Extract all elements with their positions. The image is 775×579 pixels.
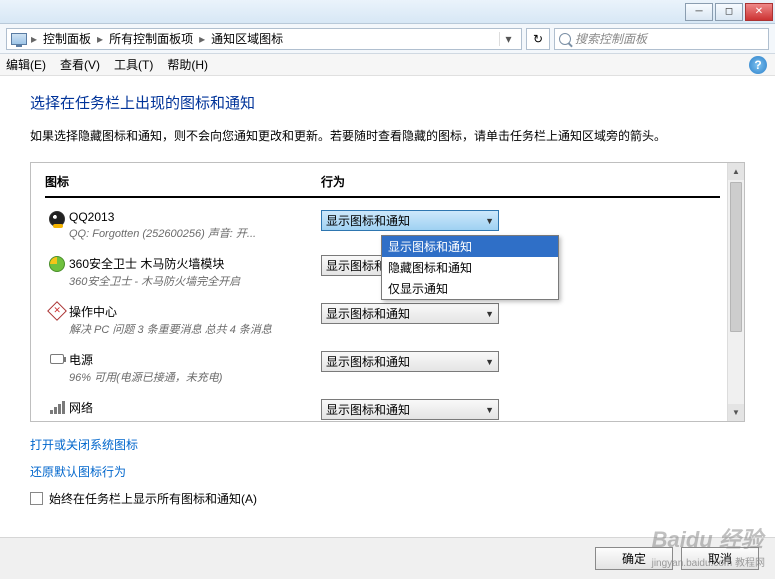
chevron-down-icon: ▼ (485, 216, 494, 226)
menu-edit[interactable]: 编辑(E) (6, 56, 46, 73)
360-icon (49, 256, 65, 272)
behavior-combobox[interactable]: 显示图标和通知▼ (321, 303, 499, 324)
window-titlebar: ─ ◻ ✕ (0, 0, 775, 24)
dialog-footer: 确定 取消 (0, 537, 775, 579)
header-icon: 图标 (45, 173, 321, 190)
row-subtitle: QQ: Forgotten (252600256) 声音: 开... (69, 225, 321, 241)
row-title: QQ2013 (69, 210, 321, 224)
page-title: 选择在任务栏上出现的图标和通知 (30, 92, 745, 113)
row-title: 电源 (69, 351, 321, 368)
notification-row: 操作中心 解决 PC 问题 3 条重要消息 总共 4 条消息 显示图标和通知▼ (45, 303, 720, 337)
refresh-button[interactable]: ↻ (526, 28, 550, 50)
breadcrumb-box[interactable]: ▸ 控制面板 ▸ 所有控制面板项 ▸ 通知区域图标 ▾ (6, 28, 522, 50)
breadcrumb[interactable]: 控制面板 (41, 30, 93, 47)
scroll-up-button[interactable]: ▲ (728, 163, 744, 180)
always-show-checkbox-row: 始终在任务栏上显示所有图标和通知(A) (30, 490, 745, 507)
checkbox-label: 始终在任务栏上显示所有图标和通知(A) (49, 490, 257, 507)
behavior-combobox[interactable]: 显示图标和通知▼ (321, 210, 499, 231)
row-subtitle: 96% 可用(电源已接通，未充电) (69, 369, 321, 385)
row-title: 网络 (69, 399, 321, 416)
address-bar: ▸ 控制面板 ▸ 所有控制面板项 ▸ 通知区域图标 ▾ ↻ 搜索控制面板 (0, 24, 775, 54)
behavior-dropdown-list: 显示图标和通知 隐藏图标和通知 仅显示通知 (381, 235, 559, 300)
dropdown-option[interactable]: 隐藏图标和通知 (382, 257, 558, 278)
behavior-combobox[interactable]: 显示图标和通知▼ (321, 399, 499, 420)
close-button[interactable]: ✕ (745, 3, 773, 21)
ok-button[interactable]: 确定 (595, 547, 673, 570)
chevron-right-icon: ▸ (95, 32, 105, 46)
chevron-right-icon: ▸ (29, 32, 39, 46)
chevron-right-icon: ▸ (197, 32, 207, 46)
dropdown-option[interactable]: 仅显示通知 (382, 278, 558, 299)
dropdown-option[interactable]: 显示图标和通知 (382, 236, 558, 257)
scrollbar[interactable]: ▲ ▼ (727, 163, 744, 421)
minimize-button[interactable]: ─ (685, 3, 713, 21)
help-icon[interactable]: ? (749, 56, 767, 74)
scroll-down-button[interactable]: ▼ (728, 404, 744, 421)
menu-tools[interactable]: 工具(T) (114, 56, 153, 73)
chevron-down-icon: ▼ (485, 405, 494, 415)
link-system-icons[interactable]: 打开或关闭系统图标 (30, 436, 745, 453)
search-input[interactable]: 搜索控制面板 (554, 28, 769, 50)
breadcrumb[interactable]: 所有控制面板项 (107, 30, 195, 47)
breadcrumb[interactable]: 通知区域图标 (209, 30, 285, 47)
icon-list-panel: 图标 行为 QQ2013 QQ: Forgotten (252600256) 声… (30, 162, 745, 422)
address-dropdown-button[interactable]: ▾ (499, 32, 517, 46)
always-show-checkbox[interactable] (30, 492, 43, 505)
menu-view[interactable]: 查看(V) (60, 56, 100, 73)
notification-row: 电源 96% 可用(电源已接通，未充电) 显示图标和通知▼ (45, 351, 720, 385)
link-restore-default[interactable]: 还原默认图标行为 (30, 463, 745, 480)
notification-row: 网络 显示图标和通知▼ (45, 399, 720, 420)
menu-help[interactable]: 帮助(H) (167, 56, 208, 73)
power-icon (50, 354, 64, 364)
behavior-combobox[interactable]: 显示图标和通知▼ (321, 351, 499, 372)
chevron-down-icon: ▼ (485, 357, 494, 367)
search-icon (559, 33, 571, 45)
row-title: 操作中心 (69, 303, 321, 320)
action-center-icon (47, 301, 67, 321)
chevron-down-icon: ▼ (485, 309, 494, 319)
network-icon (50, 400, 65, 414)
row-subtitle: 360安全卫士 - 木马防火墙完全开启 (69, 273, 321, 289)
row-title: 360安全卫士 木马防火墙模块 (69, 255, 321, 272)
row-subtitle: 解决 PC 问题 3 条重要消息 总共 4 条消息 (69, 321, 321, 337)
qq-icon (49, 211, 65, 227)
content-area: 选择在任务栏上出现的图标和通知 如果选择隐藏图标和通知，则不会向您通知更改和更新… (0, 76, 775, 507)
cancel-button[interactable]: 取消 (681, 547, 759, 570)
page-description: 如果选择隐藏图标和通知，则不会向您通知更改和更新。若要随时查看隐藏的图标，请单击… (30, 127, 745, 144)
scroll-thumb[interactable] (730, 182, 742, 332)
search-placeholder: 搜索控制面板 (575, 30, 647, 47)
maximize-button[interactable]: ◻ (715, 3, 743, 21)
menu-bar: 编辑(E) 查看(V) 工具(T) 帮助(H) ? (0, 54, 775, 76)
computer-icon (11, 33, 27, 45)
header-behavior: 行为 (321, 173, 720, 190)
column-headers: 图标 行为 (45, 173, 720, 198)
